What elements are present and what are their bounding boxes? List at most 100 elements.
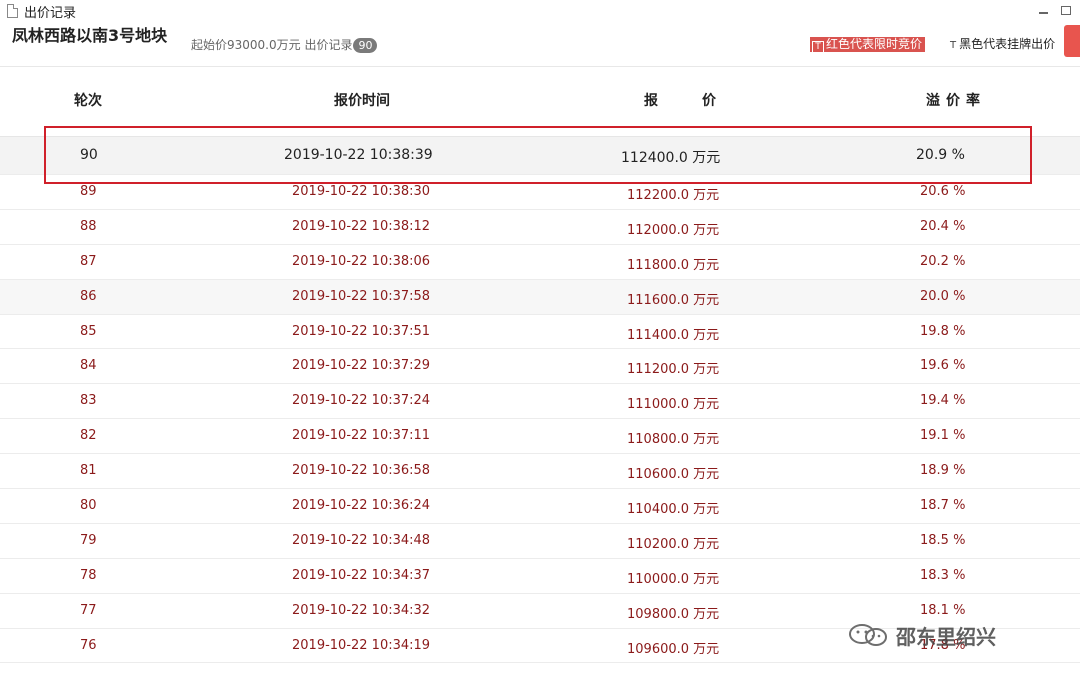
round-cell: 87 (80, 253, 97, 269)
header-rate-part-2: 价 (946, 93, 960, 109)
legend-listing-bid: T 黑色代表挂牌出价 (950, 37, 1055, 53)
wechat-icon (849, 624, 887, 646)
table-header: 轮次 报价时间 报价 溢价率 (0, 80, 1080, 120)
round-cell: 88 (80, 218, 97, 234)
table-row: 89 2019-10-22 10:38:30 112200.0 万元 20.6 % (0, 175, 1080, 210)
price-cell: 109800.0 万元 (627, 606, 720, 622)
time-cell: 2019-10-22 10:38:12 (292, 218, 431, 234)
premium-rate-cell: 18.1 % (920, 602, 966, 618)
table-row: 85 2019-10-22 10:37:51 111400.0 万元 19.8 % (0, 315, 1080, 350)
time-cell: 2019-10-22 10:38:39 (284, 147, 433, 163)
round-cell: 80 (80, 498, 97, 514)
premium-rate-cell: 20.0 % (920, 288, 966, 304)
price-cell: 109600.0 万元 (627, 641, 720, 657)
lot-header: 凤林西路以南3号地块 起始价93000.0万元 出价记录 90 T 红色代表限时竞价… (0, 22, 1080, 67)
limited-bid-icon: T (812, 41, 824, 54)
premium-rate-cell: 18.5 % (920, 532, 966, 548)
time-cell: 2019-10-22 10:36:24 (292, 498, 431, 514)
time-cell: 2019-10-22 10:38:06 (292, 253, 431, 269)
price-cell: 110800.0 万元 (627, 432, 720, 448)
lot-name: 凤林西路以南3号地块 (12, 26, 168, 45)
premium-rate-cell: 19.4 % (920, 393, 966, 409)
round-cell: 82 (80, 428, 97, 444)
price-cell: 110000.0 万元 (627, 571, 720, 587)
round-cell: 84 (80, 358, 97, 374)
price-cell: 111000.0 万元 (627, 397, 720, 413)
price-cell: 110600.0 万元 (627, 467, 720, 483)
maximize-button[interactable] (1053, 0, 1079, 20)
premium-rate-cell: 20.9 % (916, 147, 965, 163)
round-cell: 89 (80, 184, 97, 199)
bid-table-body: 90 2019-10-22 10:38:39 112400.0 万元 20.9 % 89… (0, 137, 1080, 664)
watermark: 邵东里绍兴 (848, 620, 996, 650)
round-cell: 78 (80, 567, 97, 583)
time-cell: 2019-10-22 10:34:48 (292, 532, 431, 548)
price-cell: 110200.0 万元 (627, 536, 720, 552)
table-row: 80 2019-10-22 10:36:24 110400.0 万元 18.7 % (0, 489, 1080, 524)
price-cell: 112000.0 万元 (627, 222, 720, 238)
time-cell: 2019-10-22 10:37:11 (292, 428, 431, 444)
round-cell: 83 (80, 393, 97, 409)
header-price: 报价 (644, 90, 716, 110)
premium-rate-cell: 20.6 % (920, 184, 966, 199)
time-cell: 2019-10-22 10:37:24 (292, 393, 431, 409)
table-row: 81 2019-10-22 10:36:58 110600.0 万元 18.9 % (0, 454, 1080, 490)
start-price-text: 起始价93000.0万元 出价记录 (191, 38, 353, 52)
title-bar: 出价记录 (0, 0, 1080, 22)
price-cell: 111600.0 万元 (627, 292, 720, 308)
header-rate-part-1: 溢 (926, 93, 940, 109)
premium-rate-cell: 20.2 % (920, 253, 966, 269)
table-row: 88 2019-10-22 10:38:12 112000.0 万元 20.4 % (0, 210, 1080, 245)
header-price-part-2: 价 (702, 93, 716, 109)
header-round: 轮次 (74, 93, 102, 109)
listing-bid-icon: T (950, 40, 957, 51)
time-cell: 2019-10-22 10:36:58 (292, 463, 431, 479)
start-price-info: 起始价93000.0万元 出价记录 90 (191, 36, 378, 53)
premium-rate-cell: 18.3 % (920, 567, 966, 583)
table-row: 87 2019-10-22 10:38:06 111800.0 万元 20.2 % (0, 245, 1080, 280)
premium-rate-cell: 18.9 % (920, 463, 966, 479)
header-rate-part-3: 率 (966, 93, 980, 109)
document-icon (7, 4, 18, 18)
watermark-text: 邵东里绍兴 (896, 624, 996, 649)
table-row: 78 2019-10-22 10:34:37 110000.0 万元 18.3 % (0, 559, 1080, 594)
header-price-part-1: 报 (644, 93, 658, 109)
premium-rate-cell: 18.7 % (920, 498, 966, 514)
table-row: 90 2019-10-22 10:38:39 112400.0 万元 20.9 % (0, 137, 1080, 175)
time-cell: 2019-10-22 10:37:51 (292, 323, 431, 339)
price-cell: 111400.0 万元 (627, 327, 720, 343)
time-cell: 2019-10-22 10:34:32 (292, 602, 431, 618)
premium-rate-cell: 19.1 % (920, 428, 966, 444)
table-row: 84 2019-10-22 10:37:29 111200.0 万元 19.6 % (0, 349, 1080, 385)
price-cell: 111800.0 万元 (627, 257, 720, 273)
price-cell: 111200.0 万元 (627, 362, 720, 378)
premium-rate-cell: 19.6 % (920, 358, 966, 374)
header-time: 报价时间 (334, 93, 390, 109)
round-cell: 81 (80, 463, 97, 479)
bid-record-window: 出价记录 凤林西路以南3号地块 起始价93000.0万元 出价记录 90 T 红色代… (0, 0, 1080, 686)
time-cell: 2019-10-22 10:37:58 (292, 288, 431, 304)
legend-limited-bid: T 红色代表限时竞价 (810, 37, 926, 54)
round-cell: 79 (80, 532, 97, 548)
round-cell: 90 (80, 147, 98, 163)
side-action-button[interactable] (1064, 25, 1080, 57)
price-cell: 110400.0 万元 (627, 502, 720, 518)
round-cell: 85 (80, 323, 97, 339)
time-cell: 2019-10-22 10:37:29 (292, 358, 431, 374)
round-cell: 86 (80, 288, 97, 304)
premium-rate-cell: 20.4 % (920, 218, 966, 234)
price-cell: 112400.0 万元 (621, 150, 721, 166)
legend-limited-bid-text: 红色代表限时竞价 (826, 37, 923, 51)
maximize-icon (1061, 5, 1071, 15)
time-cell: 2019-10-22 10:38:30 (292, 184, 431, 199)
header-premium-rate: 溢价率 (926, 90, 980, 110)
price-cell: 112200.0 万元 (627, 188, 720, 203)
minimize-icon (1038, 12, 1048, 14)
bid-count-badge: 90 (353, 38, 378, 53)
legend-listing-bid-text: 黑色代表挂牌出价 (959, 37, 1056, 51)
time-cell: 2019-10-22 10:34:37 (292, 567, 431, 583)
table-row: 79 2019-10-22 10:34:48 110200.0 万元 18.5 % (0, 524, 1080, 559)
round-cell: 76 (80, 637, 97, 653)
round-cell: 77 (80, 602, 97, 618)
table-row: 86 2019-10-22 10:37:58 111600.0 万元 20.0 % (0, 279, 1080, 315)
